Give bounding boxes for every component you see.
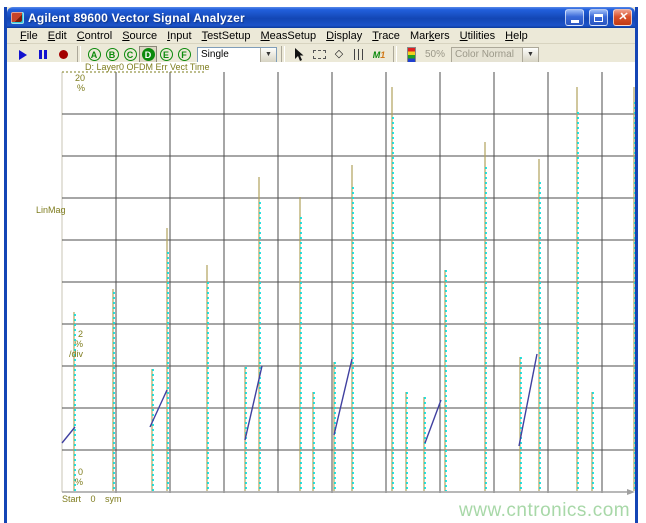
minimize-button[interactable] — [565, 9, 584, 26]
trace-letter-icon: C — [123, 48, 137, 61]
color-mode-value: Color Normal — [455, 49, 514, 60]
maximize-button[interactable] — [589, 9, 608, 26]
trace-display-area[interactable]: D: Layer0 OFDM Err Vect Time 20 % LinMag… — [7, 62, 635, 523]
diamond-icon: ◇ — [334, 48, 344, 60]
plot-canvas[interactable] — [7, 62, 635, 523]
trace-button-f[interactable]: F — [175, 46, 193, 63]
menu-item-display[interactable]: Display — [321, 30, 367, 42]
menu-item-meassetup[interactable]: MeasSetup — [255, 30, 321, 42]
trace-letter-icon: E — [159, 48, 173, 61]
toolbar-separator — [281, 46, 285, 63]
play-button[interactable] — [13, 46, 33, 64]
trace-button-a[interactable]: A — [85, 46, 103, 63]
pause-icon — [39, 50, 47, 59]
screenshot-stage: Agilent 89600 Vector Signal Analyzer ✕ F… — [0, 0, 646, 523]
zoom-level-value: 50% — [425, 49, 446, 60]
band-markers-tool[interactable] — [349, 46, 369, 64]
menu-item-utilities[interactable]: Utilities — [455, 30, 500, 42]
marker-peak-icon: M1 — [372, 49, 386, 60]
chevron-down-icon[interactable]: ▼ — [260, 47, 276, 62]
marker-diamond-tool[interactable]: ◇ — [329, 46, 349, 64]
ramp-segment — [333, 358, 353, 436]
trace-button-group: ABCDEF — [85, 46, 193, 63]
minimize-icon — [570, 20, 579, 23]
app-icon — [11, 11, 24, 24]
color-scale-icon — [406, 46, 416, 63]
trace-button-d[interactable]: D — [139, 46, 157, 63]
color-mode-combo: Color Normal ▼ — [451, 46, 540, 63]
menu-item-trace[interactable]: Trace — [367, 30, 405, 42]
toolbar-separator — [393, 46, 397, 63]
trace-button-b[interactable]: B — [103, 46, 121, 63]
menu-item-control[interactable]: Control — [72, 30, 117, 42]
menu-item-input[interactable]: Input — [162, 30, 196, 42]
trace-button-c[interactable]: C — [121, 46, 139, 63]
trace-button-e[interactable]: E — [157, 46, 175, 63]
trace-letter-icon: D — [141, 48, 155, 61]
y-axis-format-label: LinMag — [36, 205, 66, 215]
band-markers-icon — [354, 49, 364, 60]
chevron-down-icon[interactable]: ▼ — [522, 47, 539, 62]
menu-item-help[interactable]: Help — [500, 30, 533, 42]
y-axis-top-label: 20 % — [74, 73, 85, 93]
window-title: Agilent 89600 Vector Signal Analyzer — [28, 10, 245, 25]
menu-item-source[interactable]: Source — [117, 30, 162, 42]
menu-item-file[interactable]: File — [15, 30, 43, 42]
average-mode-combo[interactable]: Single ▼ — [197, 46, 277, 63]
record-button[interactable] — [53, 46, 73, 64]
close-button[interactable]: ✕ — [613, 9, 632, 26]
title-bar[interactable]: Agilent 89600 Vector Signal Analyzer ✕ — [7, 7, 635, 28]
y-axis-scale-label: 2 % /div — [68, 329, 83, 359]
app-window: Agilent 89600 Vector Signal Analyzer ✕ F… — [4, 7, 638, 523]
trace-letter-icon: A — [87, 48, 101, 61]
zoom-rectangle-icon — [312, 50, 326, 59]
x-axis-start-label: Start 0 sym — [62, 494, 122, 504]
color-scale-button[interactable] — [401, 46, 421, 64]
average-mode-value: Single — [201, 49, 229, 60]
play-icon — [19, 49, 27, 60]
pause-button[interactable] — [33, 46, 53, 64]
maximize-icon — [594, 13, 603, 22]
record-icon — [58, 50, 68, 59]
menu-item-markers[interactable]: Markers — [405, 30, 455, 42]
marker-to-peak-tool[interactable]: M1 — [369, 46, 389, 64]
trace-letter-icon: F — [177, 48, 191, 61]
y-axis-bottom-label: 0 % — [74, 467, 83, 487]
trace-letter-icon: B — [105, 48, 119, 61]
menu-item-testsetup[interactable]: TestSetup — [197, 30, 256, 42]
cursor-icon — [295, 48, 304, 61]
menu-bar: File Edit Control Source Input TestSetup MeasS… — [7, 28, 635, 44]
select-pointer-tool[interactable] — [289, 46, 309, 64]
ramp-segment — [61, 426, 76, 444]
toolbar-separator — [77, 46, 81, 63]
zoom-rectangle-tool[interactable] — [309, 46, 329, 64]
watermark: www.cntronics.com — [459, 500, 631, 521]
menu-item-edit[interactable]: Edit — [43, 30, 72, 42]
close-icon: ✕ — [617, 11, 628, 23]
ramp-segment — [424, 399, 442, 444]
trace-title: D: Layer0 OFDM Err Vect Time — [85, 62, 210, 72]
